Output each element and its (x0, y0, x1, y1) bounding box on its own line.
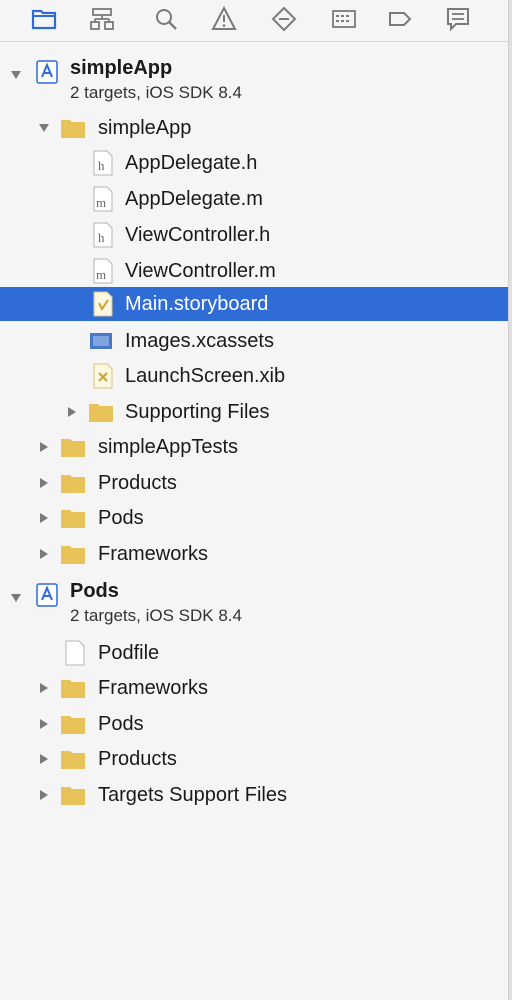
disclosure-closed-icon[interactable] (36, 680, 52, 696)
project-subtitle: 2 targets, iOS SDK 8.4 (70, 606, 242, 625)
file-label: ViewController.m (125, 260, 276, 282)
disclosure-closed-icon[interactable] (36, 475, 52, 491)
folder-icon (60, 541, 86, 567)
source-file-icon: m (90, 186, 116, 212)
group-label: simpleApp (98, 117, 192, 139)
folder-icon (60, 675, 86, 701)
group-label: Targets Support Files (98, 784, 287, 806)
navigator-toolbar (0, 0, 512, 42)
xib-file-icon (90, 363, 116, 389)
file-label: ViewController.h (125, 224, 271, 246)
test-navigator-icon[interactable] (266, 3, 302, 35)
file-appdelegate-m[interactable]: m AppDelegate.m (0, 182, 508, 216)
disclosure-open-icon[interactable] (36, 120, 52, 136)
asset-catalog-icon (88, 328, 114, 354)
xcode-project-icon (34, 582, 60, 608)
group-pods[interactable]: Pods (0, 501, 508, 535)
group-label: Frameworks (98, 677, 209, 699)
svg-text:m: m (96, 195, 106, 210)
disclosure-open-icon[interactable] (8, 590, 24, 606)
folder-icon (60, 470, 86, 496)
group-label: Products (98, 472, 177, 494)
file-label: Images.xcassets (125, 330, 274, 352)
group-products[interactable]: Products (0, 742, 508, 776)
folder-icon (60, 434, 86, 460)
file-appdelegate-h[interactable]: h AppDelegate.h (0, 146, 508, 180)
disclosure-closed-icon[interactable] (36, 510, 52, 526)
file-label: AppDelegate.h (125, 152, 258, 174)
project-simpleapp[interactable]: simpleApp 2 targets, iOS SDK 8.4 (0, 55, 508, 111)
project-name: Pods (70, 580, 119, 602)
file-images-xcassets[interactable]: Images.xcassets (0, 324, 508, 358)
find-navigator-icon[interactable] (148, 3, 184, 35)
debug-navigator-icon[interactable] (326, 3, 362, 35)
folder-icon (60, 711, 86, 737)
file-launchscreen-xib[interactable]: LaunchScreen.xib (0, 359, 508, 393)
group-label: Products (98, 748, 177, 770)
xcode-project-icon (34, 59, 60, 85)
project-name: simpleApp (70, 57, 173, 79)
svg-text:h: h (98, 230, 105, 245)
svg-text:h: h (98, 158, 105, 173)
group-simpleapp[interactable]: simpleApp (0, 111, 508, 145)
disclosure-closed-icon[interactable] (36, 751, 52, 767)
group-frameworks[interactable]: Frameworks (0, 537, 508, 571)
report-navigator-icon[interactable] (440, 3, 476, 35)
group-label: Pods (98, 507, 144, 529)
group-label: Frameworks (98, 543, 209, 565)
file-label: LaunchScreen.xib (125, 365, 286, 387)
folder-icon (88, 399, 114, 425)
group-targets-support-files[interactable]: Targets Support Files (0, 778, 508, 812)
symbol-navigator-icon[interactable] (84, 3, 120, 35)
folder-icon (60, 505, 86, 531)
breakpoint-navigator-icon[interactable] (382, 3, 418, 35)
group-label: Supporting Files (125, 401, 270, 423)
source-file-icon: m (90, 258, 116, 284)
file-label: AppDelegate.m (125, 188, 263, 210)
header-file-icon: h (90, 150, 116, 176)
folder-icon (60, 115, 86, 141)
storyboard-file-icon (90, 291, 116, 317)
disclosure-open-icon[interactable] (8, 67, 24, 83)
file-label: Podfile (98, 642, 160, 664)
project-pods[interactable]: Pods 2 targets, iOS SDK 8.4 (0, 578, 508, 634)
group-products[interactable]: Products (0, 466, 508, 500)
group-label: simpleAppTests (98, 436, 239, 458)
disclosure-closed-icon[interactable] (36, 546, 52, 562)
folder-icon (60, 746, 86, 772)
project-navigator-icon[interactable] (26, 3, 62, 35)
header-file-icon: h (90, 222, 116, 248)
disclosure-closed-icon[interactable] (64, 404, 80, 420)
file-podfile[interactable]: Podfile (0, 636, 508, 670)
group-pods[interactable]: Pods (0, 707, 508, 741)
project-subtitle: 2 targets, iOS SDK 8.4 (70, 83, 242, 102)
file-main-storyboard[interactable]: Main.storyboard (0, 287, 508, 321)
disclosure-closed-icon[interactable] (36, 716, 52, 732)
folder-icon (60, 782, 86, 808)
file-viewcontroller-h[interactable]: h ViewController.h (0, 218, 508, 252)
group-simpleapptests[interactable]: simpleAppTests (0, 430, 508, 464)
issue-navigator-icon[interactable] (206, 3, 242, 35)
group-frameworks[interactable]: Frameworks (0, 671, 508, 705)
file-label: Main.storyboard (125, 293, 269, 315)
disclosure-closed-icon[interactable] (36, 787, 52, 803)
plain-file-icon (62, 640, 88, 666)
group-supporting-files[interactable]: Supporting Files (0, 395, 508, 429)
file-viewcontroller-m[interactable]: m ViewController.m (0, 254, 508, 288)
pane-divider[interactable] (508, 0, 512, 1000)
group-label: Pods (98, 713, 144, 735)
disclosure-closed-icon[interactable] (36, 439, 52, 455)
svg-text:m: m (96, 267, 106, 282)
